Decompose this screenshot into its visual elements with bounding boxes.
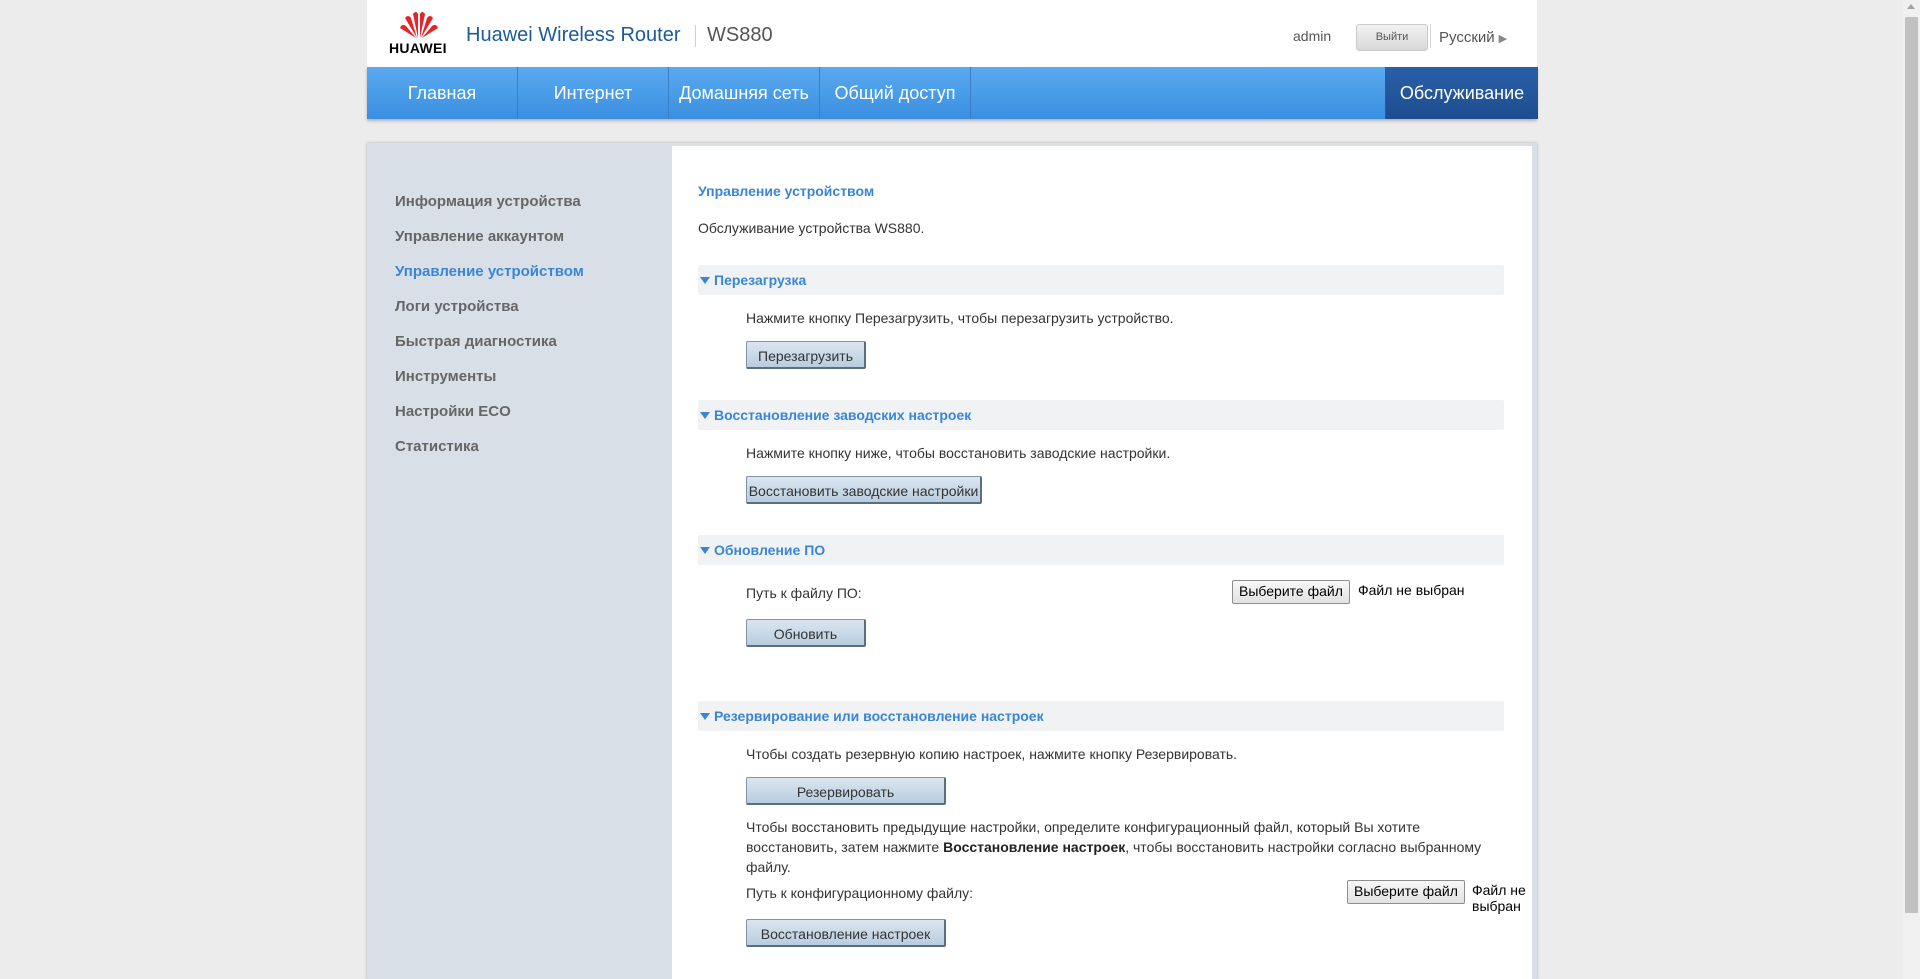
header: HUAWEI Huawei Wireless Router WS880 admi… (367, 0, 1537, 67)
section-title: Перезагрузка (714, 272, 807, 288)
section-backup-header[interactable]: Резервирование или восстановление настро… (698, 701, 1504, 731)
backup-text: Чтобы создать резервную копию настроек, … (746, 746, 1238, 762)
section-factory-reset-header[interactable]: Восстановление заводских настроек (698, 400, 1504, 430)
section-title: Резервирование или восстановление настро… (714, 708, 1044, 724)
nav-internet[interactable]: Интернет (518, 67, 669, 119)
nav-home[interactable]: Главная (367, 67, 518, 119)
firmware-file-status: Файл не выбран (1358, 582, 1465, 598)
main-nav: Главная Интернет Домашняя сеть Общий дос… (367, 67, 1538, 119)
nav-maintenance[interactable]: Обслуживание (1385, 67, 1538, 119)
content-area: Информация устройства Управление аккаунт… (367, 143, 1537, 979)
language-divider (1430, 24, 1431, 48)
restore-text: Чтобы восстановить предыдущие настройки,… (746, 817, 1506, 877)
model-name: WS880 (707, 24, 773, 46)
language-label: Русский (1439, 29, 1495, 46)
app-title: Huawei Wireless Router (466, 24, 681, 46)
sidebar-item-eco[interactable]: Настройки ECO (395, 403, 511, 420)
vertical-scrollbar[interactable] (1903, 0, 1920, 979)
sidebar-item-logs[interactable]: Логи устройства (395, 298, 519, 315)
section-reboot-header[interactable]: Перезагрузка (698, 265, 1504, 295)
triangle-down-icon (700, 412, 710, 419)
huawei-flower-icon (400, 12, 438, 38)
nav-sharing[interactable]: Общий доступ (820, 67, 971, 119)
sidebar-item-statistics[interactable]: Статистика (395, 438, 479, 455)
firmware-choose-file-button[interactable]: Выберите файл (1232, 580, 1350, 604)
title-divider (695, 25, 696, 47)
sidebar: Информация устройства Управление аккаунт… (367, 143, 672, 979)
factory-reset-text: Нажмите кнопку ниже, чтобы восстановить … (746, 445, 1171, 461)
page-title: Управление устройством (698, 183, 875, 199)
sidebar-item-account[interactable]: Управление аккаунтом (395, 228, 564, 245)
router-page: HUAWEI Huawei Wireless Router WS880 admi… (367, 0, 1538, 979)
config-file-status: Файл не выбран (1472, 882, 1526, 914)
logout-button[interactable]: Выйти (1356, 24, 1428, 51)
reboot-text: Нажмите кнопку Перезагрузить, чтобы пере… (746, 310, 1174, 326)
sidebar-item-device-info[interactable]: Информация устройства (395, 193, 581, 210)
section-title: Восстановление заводских настроек (714, 407, 972, 423)
triangle-down-icon (700, 547, 710, 554)
triangle-down-icon (700, 277, 710, 284)
scroll-up-icon[interactable] (1907, 4, 1915, 9)
backup-button[interactable]: Резервировать (746, 777, 946, 805)
restore-settings-button[interactable]: Восстановление настроек (746, 919, 946, 947)
logo-text: HUAWEI (389, 40, 447, 56)
firmware-path-label: Путь к файлу ПО: (746, 585, 862, 601)
sidebar-item-diagnostics[interactable]: Быстрая диагностика (395, 333, 557, 350)
reboot-button[interactable]: Перезагрузить (746, 341, 866, 369)
factory-reset-button[interactable]: Восстановить заводские настройки (746, 476, 982, 504)
main-panel: Управление устройством Обслуживание устр… (672, 146, 1532, 979)
page-description: Обслуживание устройства WS880. (698, 220, 925, 236)
config-choose-file-button[interactable]: Выберите файл (1347, 880, 1465, 904)
sidebar-item-device-management[interactable]: Управление устройством (395, 263, 584, 280)
scroll-thumb[interactable] (1905, 17, 1918, 913)
nav-home-network[interactable]: Домашняя сеть (669, 67, 820, 119)
config-path-label: Путь к конфигурационному файлу: (746, 885, 974, 901)
section-firmware-header[interactable]: Обновление ПО (698, 535, 1504, 565)
sidebar-item-tools[interactable]: Инструменты (395, 368, 496, 385)
section-title: Обновление ПО (714, 542, 826, 558)
username: admin (1293, 28, 1332, 44)
huawei-logo: HUAWEI (387, 8, 449, 58)
language-selector[interactable]: Русский ▶ (1439, 29, 1507, 46)
firmware-update-button[interactable]: Обновить (746, 619, 866, 647)
restore-text-bold: Восстановление настроек (943, 839, 1126, 855)
triangle-right-icon: ▶ (1498, 33, 1508, 45)
triangle-down-icon (700, 713, 710, 720)
